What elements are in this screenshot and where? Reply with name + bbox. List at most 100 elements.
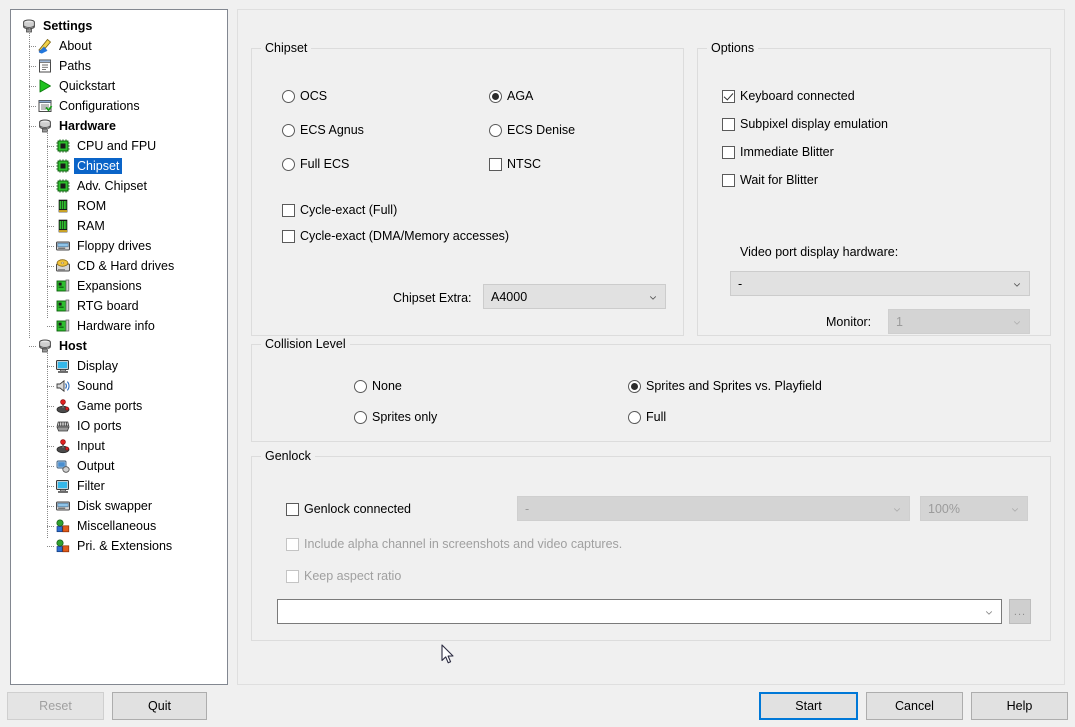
checkbox-cycle-exact-dma-indicator[interactable]	[282, 229, 295, 243]
tree-item-sound[interactable]: Sound	[11, 376, 227, 396]
help-button[interactable]: Help	[971, 692, 1068, 720]
radio-ecs-agnus-indicator[interactable]	[282, 123, 295, 137]
tree-item-floppy-drives[interactable]: Floppy drives	[11, 236, 227, 256]
tree-item-about[interactable]: About	[11, 36, 227, 56]
tree-item-paths[interactable]: Paths	[11, 56, 227, 76]
radio-collision-sprites-only[interactable]: Sprites only	[354, 410, 437, 424]
chipset-settings-pane: Chipset OCS ECS Agnus Full ECS AGA ECS D…	[237, 9, 1065, 685]
checkbox-immediate-blitter[interactable]: Immediate Blitter	[722, 145, 834, 159]
checkbox-genlock-connected-indicator[interactable]	[286, 502, 299, 516]
tree-item-hardware[interactable]: Hardware	[11, 116, 227, 136]
tree-item-disk-swapper[interactable]: Disk swapper	[11, 496, 227, 516]
genlock-mix-combo[interactable]: 100%	[920, 496, 1028, 521]
radio-ecs-denise-indicator[interactable]	[489, 123, 502, 137]
chipset-extra-value: A4000	[491, 289, 528, 304]
tree-item-io-ports[interactable]: IO ports	[11, 416, 227, 436]
monitor-combo[interactable]: 1	[888, 309, 1030, 334]
radio-ecs-agnus[interactable]: ECS Agnus	[282, 123, 364, 137]
checkbox-ntsc[interactable]: NTSC	[489, 157, 541, 171]
checkbox-immediate-blitter-indicator[interactable]	[722, 145, 735, 159]
checkbox-subpixel-display-emulation[interactable]: Subpixel display emulation	[722, 117, 888, 131]
tree-item-configurations[interactable]: Configurations	[11, 96, 227, 116]
tree-item-miscellaneous[interactable]: Miscellaneous	[11, 516, 227, 536]
radio-full-ecs-indicator[interactable]	[282, 157, 295, 171]
tree-item-label: Disk swapper	[77, 499, 153, 513]
checkbox-keep-aspect-ratio-indicator[interactable]	[286, 569, 299, 583]
radio-aga-indicator[interactable]	[489, 89, 502, 103]
tree-connector	[47, 406, 54, 407]
quit-button[interactable]: Quit	[112, 692, 207, 720]
tree-item-rom[interactable]: ROM	[11, 196, 227, 216]
memory-stick-icon	[55, 198, 71, 214]
checkbox-genlock-connected-label: Genlock connected	[304, 502, 412, 516]
checkbox-cycle-exact-dma[interactable]: Cycle-exact (DMA/Memory accesses)	[282, 229, 509, 243]
radio-ocs[interactable]: OCS	[282, 89, 327, 103]
tree-item-cd-hard-drives[interactable]: CD & Hard drives	[11, 256, 227, 276]
checkbox-cycle-exact-full-indicator[interactable]	[282, 203, 295, 217]
checkbox-wait-for-blitter-label: Wait for Blitter	[740, 173, 819, 187]
checkbox-cycle-exact-full[interactable]: Cycle-exact (Full)	[282, 203, 397, 217]
tree-connector	[29, 106, 36, 107]
checkbox-genlock-connected[interactable]: Genlock connected	[286, 502, 411, 516]
checkbox-wait-for-blitter[interactable]: Wait for Blitter	[722, 173, 818, 187]
radio-collision-full-indicator[interactable]	[628, 410, 641, 424]
tree-item-label: Chipset	[74, 158, 123, 174]
radio-collision-sprites-playfield-indicator[interactable]	[628, 379, 641, 393]
checkbox-keyboard-connected[interactable]: Keyboard connected	[722, 89, 855, 103]
checkbox-immediate-blitter-label: Immediate Blitter	[740, 145, 834, 159]
checkbox-keep-aspect-ratio[interactable]: Keep aspect ratio	[286, 569, 401, 583]
chipset-extra-combo[interactable]: A4000	[483, 284, 666, 309]
expansion-card-icon	[55, 298, 71, 314]
checkbox-include-alpha-channel[interactable]: Include alpha channel in screenshots and…	[286, 537, 622, 551]
checkbox-wait-for-blitter-indicator[interactable]	[722, 173, 735, 187]
tree-item-filter[interactable]: Filter	[11, 476, 227, 496]
start-button[interactable]: Start	[759, 692, 858, 720]
video-port-display-hardware-combo[interactable]: -	[730, 271, 1030, 296]
tree-item-label: Hardware info	[77, 319, 155, 333]
tree-item-label: Output	[77, 459, 115, 473]
radio-collision-full[interactable]: Full	[628, 410, 666, 424]
tree-item-output[interactable]: Output	[11, 456, 227, 476]
tree-item-label: Expansions	[77, 279, 142, 293]
tree-item-quickstart[interactable]: Quickstart	[11, 76, 227, 96]
tree-connector	[47, 348, 48, 538]
radio-full-ecs-label: Full ECS	[300, 157, 350, 171]
checkbox-include-alpha-channel-indicator[interactable]	[286, 537, 299, 551]
tree-item-host[interactable]: Host	[11, 336, 227, 356]
joystick-icon	[55, 438, 71, 454]
reset-button[interactable]: Reset	[7, 692, 104, 720]
tree-connector	[29, 46, 36, 47]
tree-item-rtg-board[interactable]: RTG board	[11, 296, 227, 316]
settings-tree[interactable]: Settings About Paths Quickstart Configur…	[10, 9, 228, 685]
tree-item-input[interactable]: Input	[11, 436, 227, 456]
blocks-icon	[55, 538, 71, 554]
tree-item-label: Display	[77, 359, 118, 373]
checkbox-ntsc-indicator[interactable]	[489, 157, 502, 171]
radio-aga[interactable]: AGA	[489, 89, 533, 103]
quit-button-label: Quit	[148, 699, 171, 713]
tree-item-expansions[interactable]: Expansions	[11, 276, 227, 296]
radio-ocs-indicator[interactable]	[282, 89, 295, 103]
tree-item-chipset[interactable]: Chipset	[11, 156, 227, 176]
tree-item-display[interactable]: Display	[11, 356, 227, 376]
tree-item-game-ports[interactable]: Game ports	[11, 396, 227, 416]
genlock-browse-button[interactable]: ...	[1009, 599, 1031, 624]
radio-full-ecs[interactable]: Full ECS	[282, 157, 349, 171]
radio-collision-none-indicator[interactable]	[354, 379, 367, 393]
tree-item-hardware-info[interactable]: Hardware info	[11, 316, 227, 336]
genlock-file-combo[interactable]	[277, 599, 1002, 624]
tree-item-cpu-and-fpu[interactable]: CPU and FPU	[11, 136, 227, 156]
radio-collision-sprites-playfield[interactable]: Sprites and Sprites vs. Playfield	[628, 379, 822, 393]
checkbox-subpixel-display-emulation-indicator[interactable]	[722, 117, 735, 131]
radio-collision-sprites-only-indicator[interactable]	[354, 410, 367, 424]
genlock-device-combo[interactable]: -	[517, 496, 910, 521]
tree-item-settings[interactable]: Settings	[11, 16, 227, 36]
radio-collision-none[interactable]: None	[354, 379, 402, 393]
tree-item-ram[interactable]: RAM	[11, 216, 227, 236]
tree-item-pri-extensions[interactable]: Pri. & Extensions	[11, 536, 227, 556]
cancel-button[interactable]: Cancel	[866, 692, 963, 720]
checkbox-keyboard-connected-indicator[interactable]	[722, 89, 735, 103]
tree-item-label: Adv. Chipset	[77, 179, 147, 193]
radio-ecs-denise[interactable]: ECS Denise	[489, 123, 575, 137]
tree-item-adv-chipset[interactable]: Adv. Chipset	[11, 176, 227, 196]
